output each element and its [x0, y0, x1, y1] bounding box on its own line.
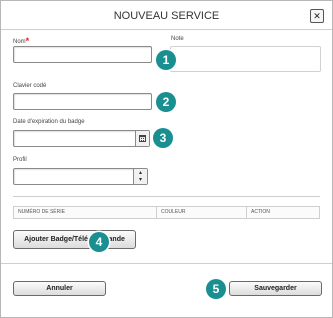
callout-2: 2 [156, 92, 176, 112]
nom-label: Nom* [13, 36, 30, 46]
nom-input[interactable] [13, 46, 152, 63]
required-marker: * [25, 36, 30, 46]
close-icon[interactable]: ✕ [310, 9, 324, 23]
clavier-code-label: Clavier codé [13, 83, 47, 89]
callout-3: 3 [153, 128, 173, 148]
save-button[interactable]: Sauvegarder [229, 281, 322, 296]
note-label: Note [171, 36, 184, 42]
callout-5: 5 [206, 279, 226, 299]
note-textarea[interactable] [170, 46, 321, 72]
date-expiration-label: Date d'expiration du badge [13, 119, 85, 125]
footer-divider [1, 263, 332, 264]
badge-table: NUMÉRO DE SÉRIE COULEUR ACTION [13, 206, 320, 219]
calendar-icon[interactable] [135, 131, 149, 146]
header-divider [1, 29, 332, 30]
spinner-arrows-icon[interactable]: ▴ ▾ [133, 169, 147, 184]
column-header-action: ACTION [246, 207, 319, 218]
section-divider [13, 196, 320, 197]
cancel-button[interactable]: Annuler [13, 281, 106, 296]
add-badge-button[interactable]: Ajouter Badge/Télécommande [13, 230, 136, 249]
profil-select[interactable]: ▴ ▾ [13, 168, 148, 185]
column-header-couleur: COULEUR [156, 207, 246, 218]
profil-label: Profil [13, 157, 27, 163]
callout-1: 1 [156, 50, 176, 70]
date-expiration-input[interactable] [13, 130, 150, 147]
callout-4: 4 [89, 232, 109, 252]
clavier-code-input[interactable] [13, 93, 152, 110]
column-header-serial: NUMÉRO DE SÉRIE [18, 209, 65, 215]
nouveau-service-dialog: NOUVEAU SERVICE ✕ Nom* Note Clavier codé… [0, 0, 333, 318]
dialog-title: NOUVEAU SERVICE [113, 10, 220, 22]
